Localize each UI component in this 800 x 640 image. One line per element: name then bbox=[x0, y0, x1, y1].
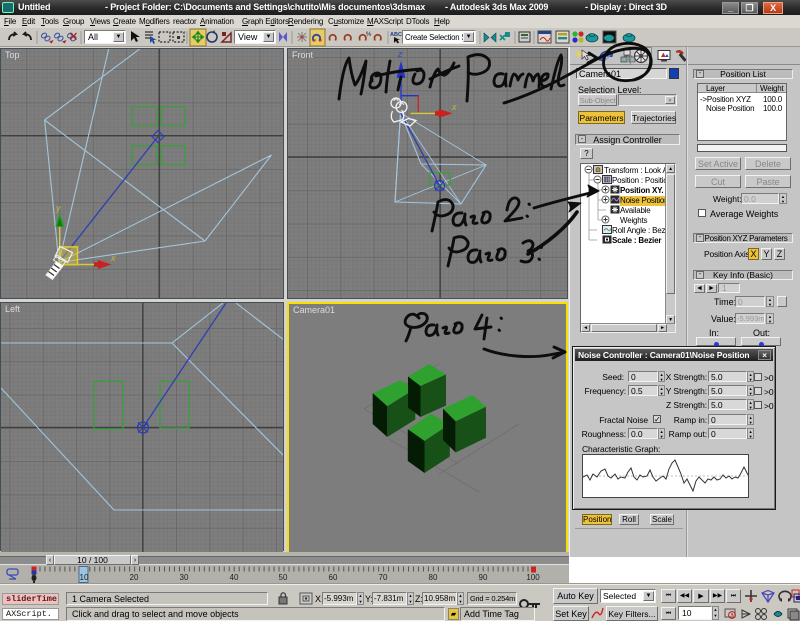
svg-text:90: 90 bbox=[479, 573, 488, 582]
svg-text:40: 40 bbox=[230, 573, 239, 582]
svg-text:100: 100 bbox=[526, 573, 540, 582]
svg-text:60: 60 bbox=[329, 573, 338, 582]
svg-text:50: 50 bbox=[279, 573, 288, 582]
svg-text:z: z bbox=[397, 49, 403, 59]
svg-text:x: x bbox=[110, 253, 116, 263]
svg-text:x: x bbox=[451, 102, 457, 112]
svg-text:%: % bbox=[366, 32, 372, 38]
svg-text:80: 80 bbox=[429, 573, 438, 582]
svg-text:20: 20 bbox=[130, 573, 139, 582]
svg-text:y: y bbox=[55, 203, 61, 213]
svg-text:0: 0 bbox=[32, 573, 37, 582]
svg-text:10: 10 bbox=[80, 573, 89, 582]
svg-text:70: 70 bbox=[379, 573, 388, 582]
svg-text:ABC: ABC bbox=[390, 32, 402, 38]
svg-text:30: 30 bbox=[180, 573, 189, 582]
